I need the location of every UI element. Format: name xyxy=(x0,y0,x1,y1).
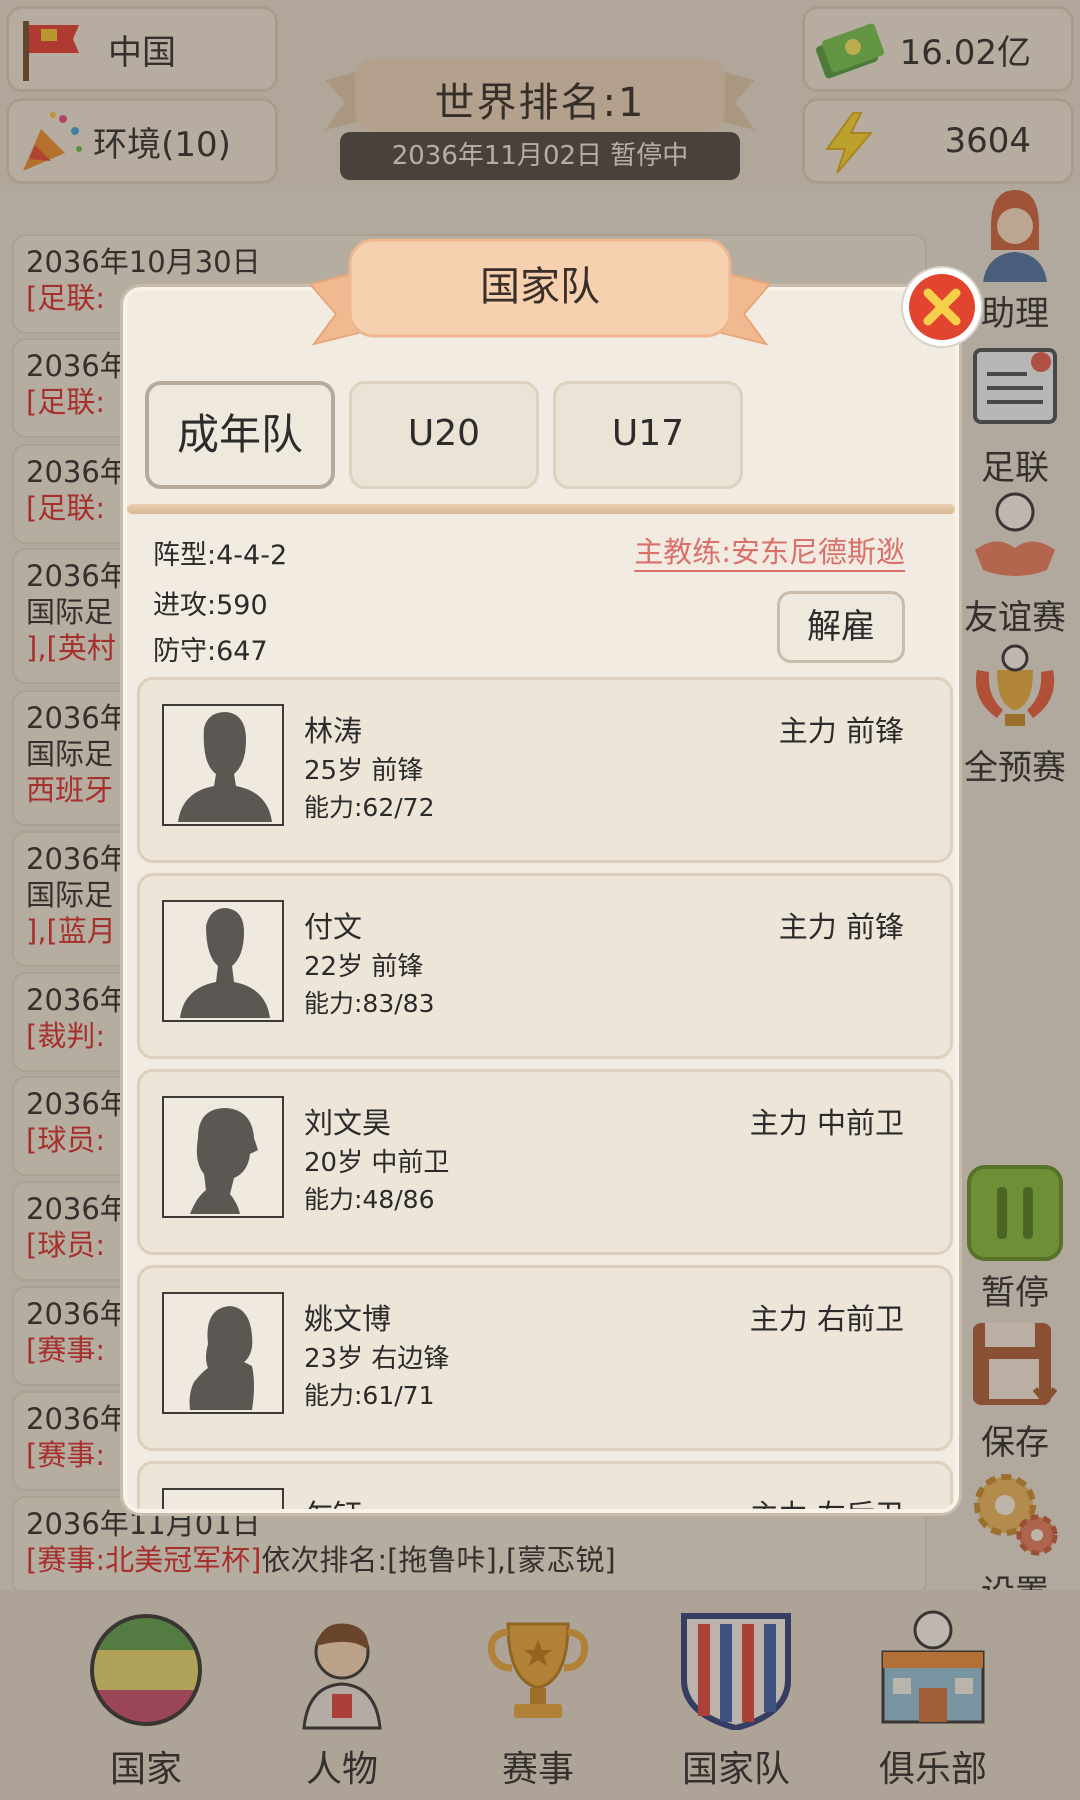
defense-stat: 防守:647 xyxy=(153,636,268,667)
player-avatar xyxy=(162,704,284,826)
tab-u17[interactable]: U17 xyxy=(553,381,743,489)
player-card[interactable]: 乍钰 主力 左后卫 xyxy=(137,1461,953,1509)
player-card[interactable]: 林涛 25岁 前锋 能力:62/72 主力 前锋 xyxy=(137,677,953,863)
player-status: 主力 前锋 xyxy=(778,910,904,944)
player-age-position: 22岁 前锋 xyxy=(304,952,424,982)
player-card[interactable]: 刘文昊 20岁 中前卫 能力:48/86 主力 中前卫 xyxy=(137,1069,953,1255)
dialog-title-banner: 国家队 xyxy=(310,232,770,362)
player-name: 付文 xyxy=(304,910,363,944)
player-avatar xyxy=(162,1488,284,1509)
player-ability: 能力:62/72 xyxy=(304,793,435,822)
player-age-position: 25岁 前锋 xyxy=(304,756,424,786)
player-name: 刘文昊 xyxy=(304,1106,392,1140)
tab-senior[interactable]: 成年队 xyxy=(145,381,335,489)
player-status: 主力 前锋 xyxy=(778,714,904,748)
dialog-title: 国家队 xyxy=(480,264,600,310)
player-avatar xyxy=(162,1292,284,1414)
silhouette-icon xyxy=(189,1306,254,1410)
player-age-position: 23岁 右边锋 xyxy=(304,1344,450,1374)
player-age-position: 20岁 中前卫 xyxy=(304,1148,450,1178)
player-status: 主力 中前卫 xyxy=(749,1106,904,1140)
player-status: 主力 右前卫 xyxy=(749,1302,904,1336)
player-ability: 能力:48/86 xyxy=(304,1185,435,1214)
player-name: 林涛 xyxy=(304,714,363,748)
player-card[interactable]: 姚文博 23岁 右边锋 能力:61/71 主力 右前卫 xyxy=(137,1265,953,1451)
silhouette-icon xyxy=(178,712,272,822)
player-status: 主力 左后卫 xyxy=(750,1492,904,1509)
player-name: 乍钰 xyxy=(304,1492,362,1509)
silhouette-icon xyxy=(190,1108,258,1214)
team-tabs: 成年队 U20 U17 xyxy=(145,381,945,491)
player-name: 姚文博 xyxy=(304,1302,392,1336)
player-ability: 能力:83/83 xyxy=(304,989,435,1018)
player-card[interactable]: 付文 22岁 前锋 能力:83/83 主力 前锋 xyxy=(137,873,953,1059)
player-ability: 能力:61/71 xyxy=(304,1381,435,1410)
player-avatar xyxy=(162,900,284,1022)
attack-stat: 进攻:590 xyxy=(153,590,268,621)
silhouette-icon xyxy=(180,908,270,1018)
national-team-dialog: 成年队 U20 U17 阵型:4-4-2 主教练:安东尼德斯逖 进攻:590 防… xyxy=(123,287,959,1513)
game-screen: 中国 环境(10) 世界排名:1 2036年11月02日 暂停中 16.02亿 … xyxy=(0,0,1080,1800)
formation: 阵型:4-4-2 xyxy=(153,540,288,571)
tab-u20[interactable]: U20 xyxy=(349,381,539,489)
divider xyxy=(127,504,955,514)
close-icon[interactable] xyxy=(900,265,984,349)
player-avatar xyxy=(162,1096,284,1218)
head-coach-link[interactable]: 主教练:安东尼德斯逖 xyxy=(634,529,905,571)
fire-coach-button[interactable]: 解雇 xyxy=(777,591,905,663)
